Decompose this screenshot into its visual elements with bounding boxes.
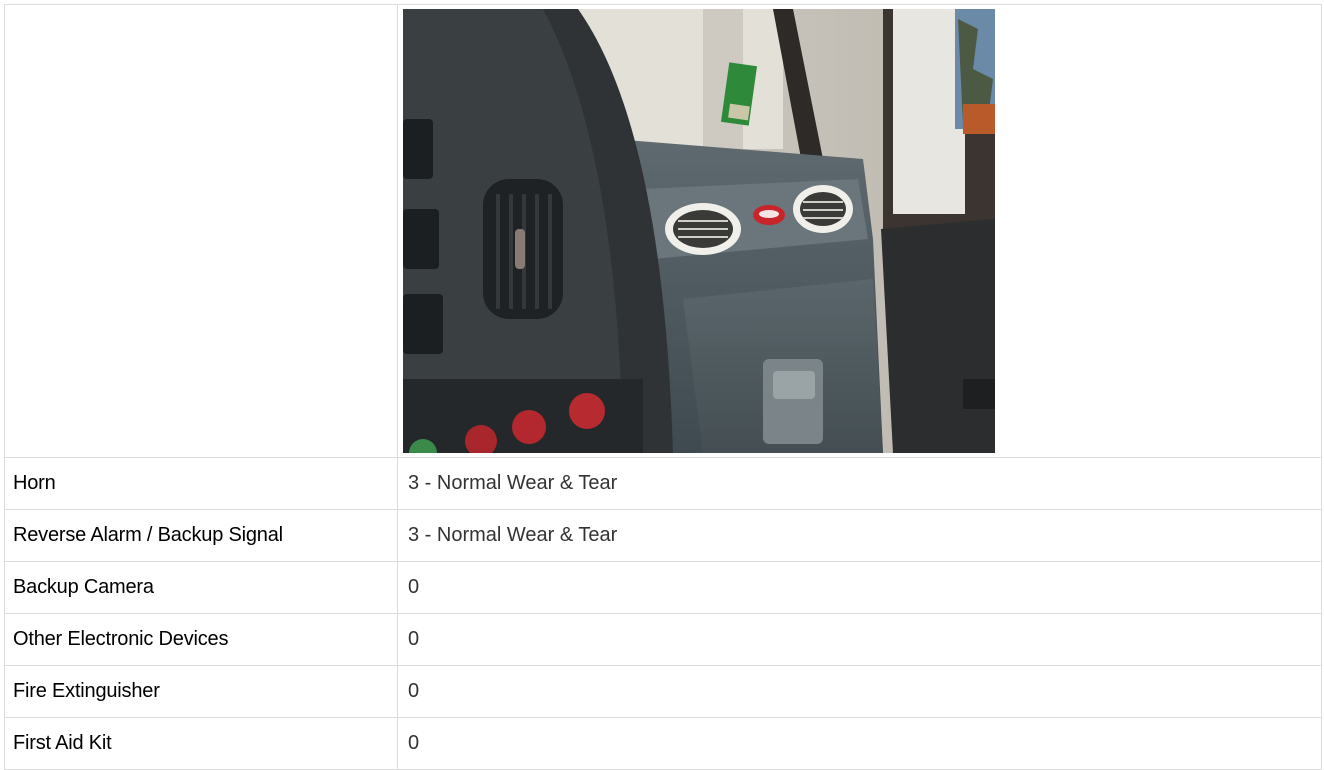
row-label: Fire Extinguisher	[4, 665, 398, 718]
table-row: Fire Extinguisher 0	[4, 665, 1322, 718]
row-value: 3 - Normal Wear & Tear	[397, 509, 1322, 562]
table-row: First Aid Kit 0	[4, 717, 1322, 770]
photo-cell	[397, 4, 1322, 458]
table-row: Horn 3 - Normal Wear & Tear	[4, 457, 1322, 510]
table-row: Backup Camera 0	[4, 561, 1322, 614]
row-value: 0	[397, 613, 1322, 666]
photo-row	[4, 4, 1322, 458]
row-label: First Aid Kit	[4, 717, 398, 770]
inspection-table: Horn 3 - Normal Wear & Tear Reverse Alar…	[4, 4, 1322, 770]
row-label: Backup Camera	[4, 561, 398, 614]
dashboard-photo[interactable]	[403, 9, 995, 453]
row-label: Reverse Alarm / Backup Signal	[4, 509, 398, 562]
row-label: Other Electronic Devices	[4, 613, 398, 666]
table-row: Other Electronic Devices 0	[4, 613, 1322, 666]
table-row: Reverse Alarm / Backup Signal 3 - Normal…	[4, 509, 1322, 562]
row-value: 3 - Normal Wear & Tear	[397, 457, 1322, 510]
row-value: 0	[397, 717, 1322, 770]
row-value: 0	[397, 665, 1322, 718]
photo-label-cell	[4, 4, 398, 458]
row-value: 0	[397, 561, 1322, 614]
row-label: Horn	[4, 457, 398, 510]
